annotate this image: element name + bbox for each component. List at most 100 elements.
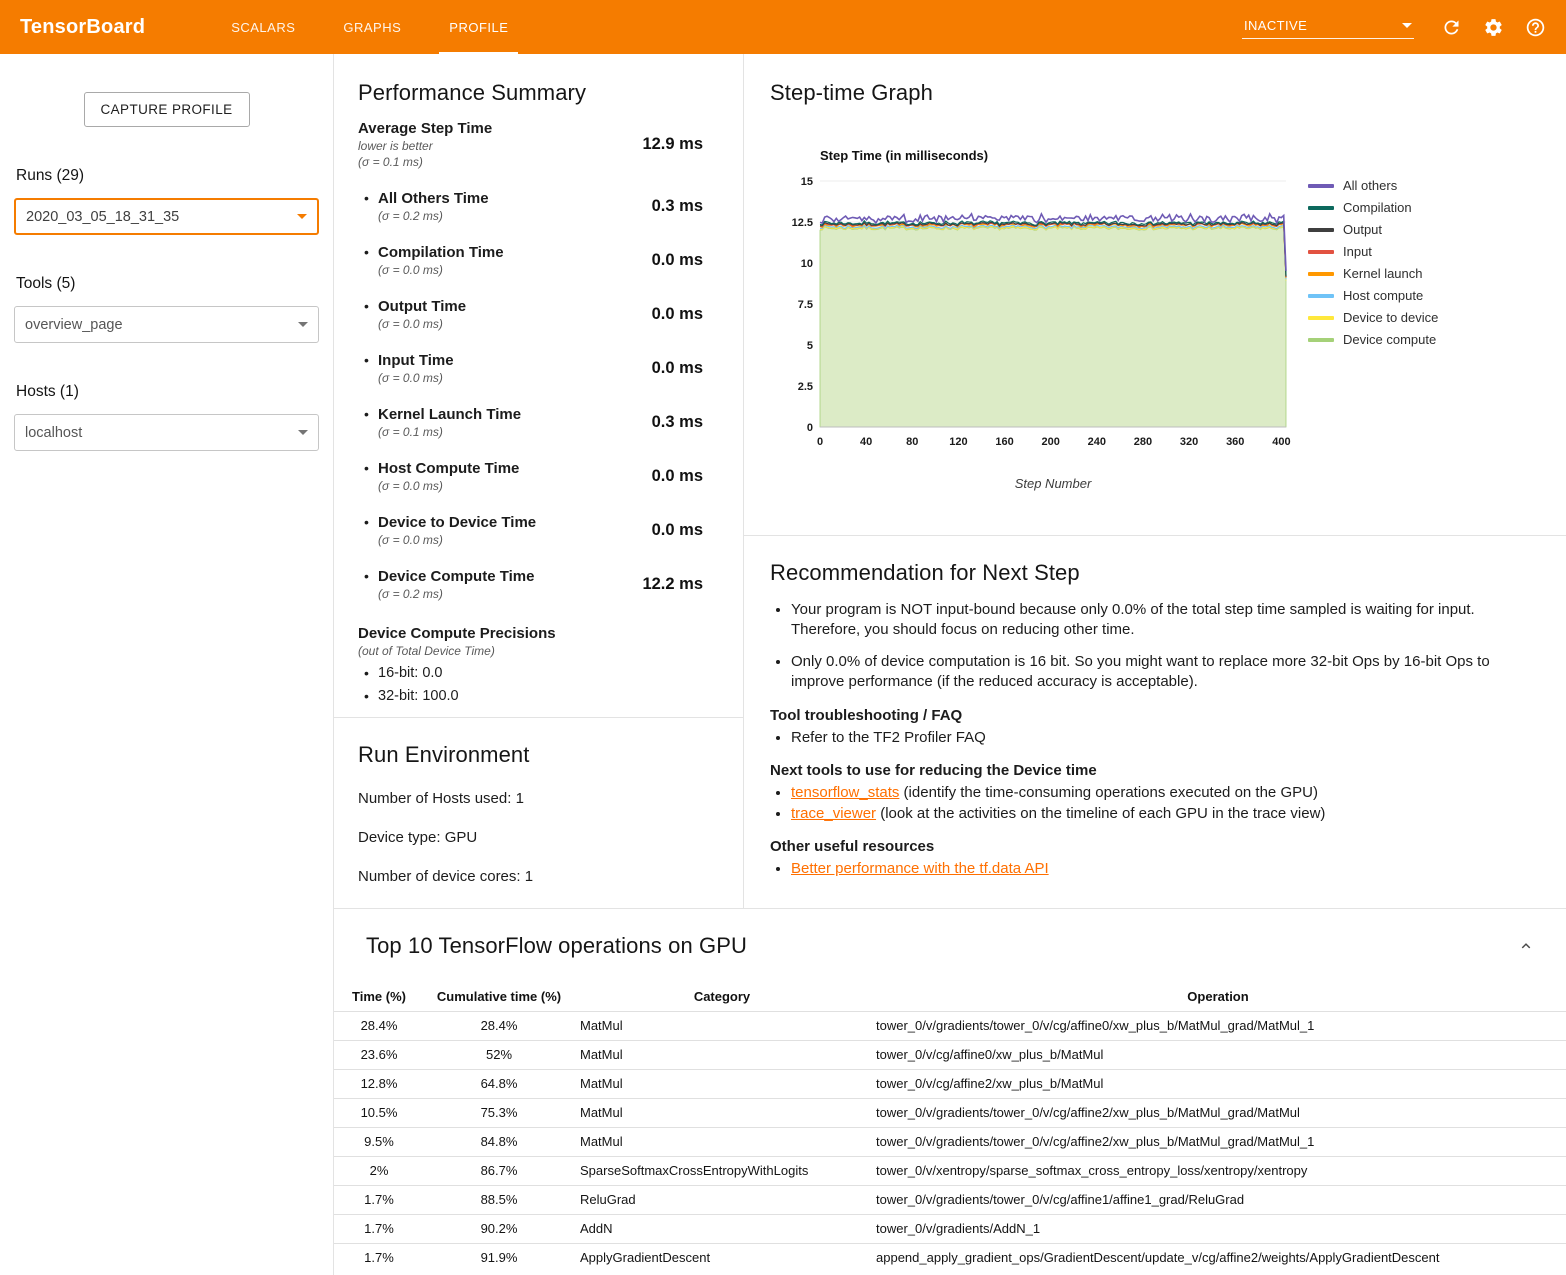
chevron-down-icon — [1402, 23, 1412, 28]
chart-title: Step Time (in milliseconds) — [820, 148, 1296, 163]
chart-x-axis-label: Step Number — [820, 476, 1286, 491]
main-content: Performance Summary Average Step Time lo… — [334, 54, 1566, 1275]
chart-area: Step Time (in milliseconds) 02.557.51012… — [776, 148, 1296, 491]
precisions-list: 16-bit: 0.0 32-bit: 100.0 — [358, 665, 703, 704]
legend-label: Input — [1343, 244, 1372, 259]
metric-row: Output Time (σ = 0.0 ms) 0.0 ms — [358, 298, 703, 331]
top-ops-title: Top 10 TensorFlow operations on GPU — [366, 933, 747, 959]
metric-label: Kernel Launch Time — [378, 406, 521, 423]
status-dropdown[interactable]: INACTIVE — [1242, 16, 1414, 39]
svg-text:320: 320 — [1180, 436, 1198, 448]
legend-swatch — [1308, 338, 1334, 342]
svg-text:0: 0 — [817, 436, 823, 448]
precision-item: 32-bit: 100.0 — [358, 688, 703, 704]
metric-label: Compilation Time — [378, 244, 504, 261]
category-cell: ReluGrad — [574, 1185, 870, 1214]
help-icon[interactable] — [1522, 14, 1548, 40]
recommendation-section: Recommendation for Next Step Your progra… — [744, 536, 1566, 908]
cumulative-cell: 28.4% — [424, 1011, 574, 1040]
recommendation-bullet: Only 0.0% of device computation is 16 bi… — [791, 652, 1526, 691]
tab-graphs[interactable]: GRAPHS — [319, 0, 425, 54]
svg-text:280: 280 — [1134, 436, 1152, 448]
metric-sigma: (σ = 0.1 ms) — [358, 155, 492, 169]
precisions-subtitle: (out of Total Device Time) — [358, 644, 703, 658]
metric-value: 0.3 ms — [652, 197, 703, 216]
time-cell: 2% — [334, 1156, 424, 1185]
faq-list: Refer to the TF2 Profiler FAQ — [770, 729, 1526, 746]
hosts-dropdown-value: localhost — [25, 425, 82, 441]
table-row: 1.7%90.2%AddNtower_0/v/gradients/AddN_1 — [334, 1214, 1566, 1243]
svg-text:400: 400 — [1272, 436, 1290, 448]
chevron-down-icon — [297, 214, 307, 219]
precision-item: 16-bit: 0.0 — [358, 665, 703, 681]
tab-scalars[interactable]: SCALARS — [207, 0, 319, 54]
column-header-category: Category — [574, 983, 870, 1011]
settings-gear-icon[interactable] — [1480, 14, 1506, 40]
metric-row: Kernel Launch Time (σ = 0.1 ms) 0.3 ms — [358, 406, 703, 439]
nav-tabs: SCALARS GRAPHS PROFILE — [207, 0, 532, 54]
hosts-dropdown[interactable]: localhost — [14, 414, 319, 451]
trace-viewer-link[interactable]: trace_viewer — [791, 805, 876, 822]
category-cell: MatMul — [574, 1098, 870, 1127]
operation-cell: tower_0/v/gradients/tower_0/v/cg/affine0… — [870, 1011, 1566, 1040]
svg-text:120: 120 — [949, 436, 967, 448]
capture-profile-button[interactable]: CAPTURE PROFILE — [84, 92, 250, 127]
legend-swatch — [1308, 228, 1334, 232]
svg-text:160: 160 — [995, 436, 1013, 448]
metric-value: 0.0 ms — [652, 359, 703, 378]
runs-dropdown[interactable]: 2020_03_05_18_31_35 — [14, 198, 319, 235]
table-row: 23.6%52%MatMultower_0/v/cg/affine0/xw_pl… — [334, 1040, 1566, 1069]
category-cell: SparseSoftmaxCrossEntropyWithLogits — [574, 1156, 870, 1185]
metric-row: Device Compute Time (σ = 0.2 ms) 12.2 ms — [358, 568, 703, 601]
collapse-chevron-icon[interactable] — [1514, 934, 1538, 958]
metric-value: 0.0 ms — [652, 251, 703, 270]
metric-sigma: (σ = 0.0 ms) — [378, 371, 454, 385]
operation-cell: append_apply_gradient_ops/GradientDescen… — [870, 1243, 1566, 1272]
resources-heading: Other useful resources — [770, 838, 1526, 855]
time-cell: 9.5% — [334, 1127, 424, 1156]
metric-row: All Others Time (σ = 0.2 ms) 0.3 ms — [358, 190, 703, 223]
top-ops-table: Time (%) Cumulative time (%) Category Op… — [334, 983, 1566, 1272]
metric-label: Device to Device Time — [378, 514, 536, 531]
tool-link-item: tensorflow_stats (identify the time-cons… — [791, 784, 1526, 801]
top-ops-section: Top 10 TensorFlow operations on GPU Time… — [334, 908, 1566, 1275]
cumulative-cell: 52% — [424, 1040, 574, 1069]
tool-link-item: trace_viewer (look at the activities on … — [791, 805, 1526, 822]
resources-list: Better performance with the tf.data API — [770, 860, 1526, 877]
tab-profile[interactable]: PROFILE — [425, 0, 532, 54]
svg-text:5: 5 — [807, 340, 813, 352]
refresh-icon[interactable] — [1438, 14, 1464, 40]
legend-item: Input — [1308, 244, 1438, 259]
metric-label: Output Time — [378, 298, 466, 315]
operation-cell: tower_0/v/gradients/tower_0/v/cg/affine2… — [870, 1098, 1566, 1127]
faq-item: Refer to the TF2 Profiler FAQ — [791, 729, 1526, 746]
operation-cell: tower_0/v/cg/affine2/xw_plus_b/MatMul — [870, 1069, 1566, 1098]
performance-summary-section: Performance Summary Average Step Time lo… — [334, 54, 743, 718]
metric-value: 12.9 ms — [642, 135, 703, 154]
column-header-operation: Operation — [870, 983, 1566, 1011]
svg-text:0: 0 — [807, 422, 813, 434]
runs-label: Runs (29) — [14, 167, 319, 185]
category-cell: AddN — [574, 1214, 870, 1243]
next-tools-heading: Next tools to use for reducing the Devic… — [770, 762, 1526, 779]
metric-sigma: (σ = 0.0 ms) — [378, 317, 466, 331]
time-cell: 28.4% — [334, 1011, 424, 1040]
top-bar-actions: INACTIVE — [1242, 14, 1548, 40]
run-environment-section: Run Environment Number of Hosts used: 1 … — [334, 718, 743, 885]
legend-item: All others — [1308, 178, 1438, 193]
tensorflow-stats-link[interactable]: tensorflow_stats — [791, 784, 899, 801]
category-cell: MatMul — [574, 1127, 870, 1156]
metric-label: Input Time — [378, 352, 454, 369]
recommendation-bullet: Your program is NOT input-bound because … — [791, 600, 1526, 639]
operation-cell: tower_0/v/gradients/tower_0/v/cg/affine2… — [870, 1127, 1566, 1156]
tfdata-performance-link[interactable]: Better performance with the tf.data API — [791, 860, 1049, 877]
app-title: TensorBoard — [20, 16, 145, 39]
tools-dropdown[interactable]: overview_page — [14, 306, 319, 343]
svg-text:12.5: 12.5 — [792, 217, 813, 229]
next-tools-list: tensorflow_stats (identify the time-cons… — [770, 784, 1526, 822]
runs-dropdown-value: 2020_03_05_18_31_35 — [26, 209, 179, 225]
legend-item: Kernel launch — [1308, 266, 1438, 281]
tool-link-description: (look at the activities on the timeline … — [876, 805, 1325, 822]
run-environment-line: Number of Hosts used: 1 — [358, 790, 719, 807]
table-row: 12.8%64.8%MatMultower_0/v/cg/affine2/xw_… — [334, 1069, 1566, 1098]
